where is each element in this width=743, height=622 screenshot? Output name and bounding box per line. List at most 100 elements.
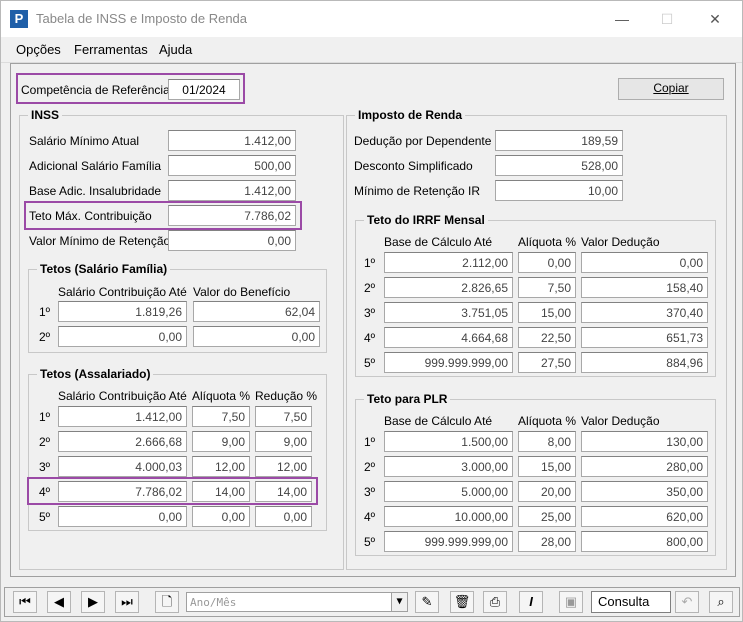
plr-col-base: Base de Cálculo Até [384, 414, 493, 428]
irrf-aliquota-field[interactable]: 7,50 [518, 277, 576, 298]
assalariado-aliquota-field[interactable]: 9,00 [192, 431, 250, 452]
irrf-row-index: 3º [364, 306, 376, 320]
plr-base-field[interactable]: 5.000,00 [384, 481, 513, 502]
deducao-dependente-field[interactable]: 189,59 [495, 130, 623, 151]
plr-aliquota-field[interactable]: 20,00 [518, 481, 576, 502]
new-document-icon[interactable]: 🗋 [155, 591, 179, 613]
plr-deducao-field[interactable]: 800,00 [581, 531, 708, 552]
plr-base-field[interactable]: 3.000,00 [384, 456, 513, 477]
tetos-familia-row-index: 1º [39, 305, 51, 319]
assalariado-reducao-field[interactable]: 9,00 [255, 431, 312, 452]
plr-col-aliquota: Alíquota % [518, 414, 577, 428]
tetos-familia-beneficio-field[interactable]: 0,00 [193, 326, 320, 347]
plr-row-index: 1º [364, 435, 376, 449]
valor-min-retencao-field[interactable]: 0,00 [168, 230, 296, 251]
assalariado-row-index: 5º [39, 510, 51, 524]
irrf-title: Teto do IRRF Mensal [364, 213, 488, 227]
plr-aliquota-field[interactable]: 28,00 [518, 531, 576, 552]
irrf-aliquota-field[interactable]: 0,00 [518, 252, 576, 273]
binoculars-search-icon[interactable]: ⌕ [709, 591, 733, 613]
irrf-base-field[interactable]: 3.751,05 [384, 302, 513, 323]
period-search-combo[interactable]: Ano/Mês ▼ [186, 592, 408, 612]
minimize-icon[interactable]: — [608, 7, 636, 31]
assalariado-reducao-field[interactable]: 0,00 [255, 506, 312, 527]
salario-minimo-field[interactable]: 1.412,00 [168, 130, 296, 151]
previous-record-icon[interactable]: ◀ [47, 591, 71, 613]
irrf-deducao-field[interactable]: 370,40 [581, 302, 708, 323]
edit-list-icon[interactable]: ✎ [415, 591, 439, 613]
plr-aliquota-field[interactable]: 25,00 [518, 506, 576, 527]
assalariado-aliquota-field[interactable]: 0,00 [192, 506, 250, 527]
irrf-deducao-field[interactable]: 884,96 [581, 352, 708, 373]
first-record-icon[interactable]: ⏮ [13, 591, 37, 613]
plr-base-field[interactable]: 999.999.999,00 [384, 531, 513, 552]
assalariado-salario-field[interactable]: 4.000,03 [58, 456, 187, 477]
plr-col-deducao: Valor Dedução [581, 414, 660, 428]
assalariado-aliquota-field[interactable]: 7,50 [192, 406, 250, 427]
irrf-deducao-field[interactable]: 651,73 [581, 327, 708, 348]
tetos-familia-row-index: 2º [39, 330, 51, 344]
salario-minimo-label: Salário Mínimo Atual [29, 134, 140, 148]
last-record-icon[interactable]: ⏭ [115, 591, 139, 613]
next-record-icon[interactable]: ▶ [81, 591, 105, 613]
plr-aliquota-field[interactable]: 8,00 [518, 431, 576, 452]
assalariado-salario-field[interactable]: 0,00 [58, 506, 187, 527]
irrf-base-field[interactable]: 2.112,00 [384, 252, 513, 273]
tetos-familia-salario-field[interactable]: 1.819,26 [58, 301, 187, 322]
chevron-down-icon[interactable]: ▼ [391, 593, 407, 611]
desconto-simplificado-field[interactable]: 528,00 [495, 155, 623, 176]
plr-aliquota-field[interactable]: 15,00 [518, 456, 576, 477]
undo-icon[interactable]: ↶ [675, 591, 699, 613]
assalariado-col-reducao: Redução % [255, 389, 318, 403]
save-disk-icon[interactable]: ▣ [559, 591, 583, 613]
base-insalubridade-field[interactable]: 1.412,00 [168, 180, 296, 201]
minimo-retencao-field[interactable]: 10,00 [495, 180, 623, 201]
close-icon[interactable]: ✕ [701, 7, 729, 31]
plr-deducao-field[interactable]: 130,00 [581, 431, 708, 452]
print-icon[interactable]: ⎙ [483, 591, 507, 613]
irrf-col-deducao: Valor Dedução [581, 235, 660, 249]
adicional-familia-field[interactable]: 500,00 [168, 155, 296, 176]
teto-max-highlight [24, 201, 302, 230]
irrf-aliquota-field[interactable]: 22,50 [518, 327, 576, 348]
assalariado-aliquota-field[interactable]: 12,00 [192, 456, 250, 477]
irrf-deducao-field[interactable]: 0,00 [581, 252, 708, 273]
irrf-base-field[interactable]: 2.826,65 [384, 277, 513, 298]
plr-deducao-field[interactable]: 280,00 [581, 456, 708, 477]
delete-trash-icon[interactable]: 🗑 [450, 591, 474, 613]
irrf-aliquota-field[interactable]: 27,50 [518, 352, 576, 373]
ir-title: Imposto de Renda [355, 108, 466, 122]
assalariado-salario-field[interactable]: 2.666,68 [58, 431, 187, 452]
irrf-aliquota-field[interactable]: 15,00 [518, 302, 576, 323]
menu-opcoes[interactable]: Opções [16, 42, 61, 57]
period-search-placeholder: Ano/Mês [190, 596, 237, 609]
tetos-familia-beneficio-field[interactable]: 62,04 [193, 301, 320, 322]
plr-row-index: 3º [364, 485, 376, 499]
bottom-toolbar: ⏮ ◀ ▶ ⏭ 🗋 Ano/Mês ▼ ✎ 🗑 ⎙ I ▣ Consulta ↶… [4, 587, 740, 617]
assalariado-reducao-field[interactable]: 12,00 [255, 456, 312, 477]
irrf-col-aliquota: Alíquota % [518, 235, 577, 249]
maximize-icon[interactable]: ☐ [653, 7, 681, 31]
irrf-deducao-field[interactable]: 158,40 [581, 277, 708, 298]
tetos-familia-salario-field[interactable]: 0,00 [58, 326, 187, 347]
tetos-familia-title: Tetos (Salário Família) [37, 262, 171, 276]
plr-base-field[interactable]: 1.500,00 [384, 431, 513, 452]
italic-info-icon[interactable]: I [519, 591, 543, 613]
main-panel: Competência de Referência 01/2024 Copiar… [10, 63, 736, 577]
assalariado-salario-field[interactable]: 1.412,00 [58, 406, 187, 427]
menu-ajuda[interactable]: Ajuda [159, 42, 192, 57]
title-bar: P Tabela de INSS e Imposto de Renda — ☐ … [1, 1, 742, 37]
tetos-familia-col-beneficio: Valor do Benefício [193, 285, 291, 299]
plr-deducao-field[interactable]: 620,00 [581, 506, 708, 527]
plr-base-field[interactable]: 10.000,00 [384, 506, 513, 527]
plr-deducao-field[interactable]: 350,00 [581, 481, 708, 502]
copiar-button[interactable]: Copiar [618, 78, 724, 100]
assalariado-row4-highlight [27, 477, 318, 505]
irrf-row-index: 5º [364, 356, 376, 370]
consulta-mode-field[interactable]: Consulta [591, 591, 671, 613]
assalariado-reducao-field[interactable]: 7,50 [255, 406, 312, 427]
plr-row-index: 4º [364, 510, 376, 524]
menu-ferramentas[interactable]: Ferramentas [74, 42, 148, 57]
irrf-base-field[interactable]: 999.999.999,00 [384, 352, 513, 373]
irrf-base-field[interactable]: 4.664,68 [384, 327, 513, 348]
